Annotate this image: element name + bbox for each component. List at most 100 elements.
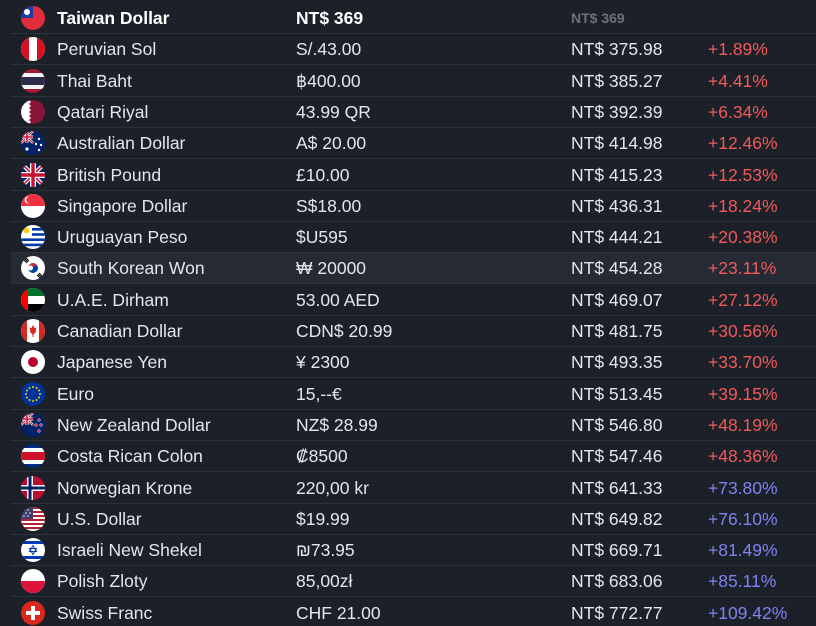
- currency-name: U.A.E. Dirham: [57, 289, 169, 310]
- table-row[interactable]: Peruvian Sol S/.43.00 NT$ 375.98 +1.89%: [11, 34, 816, 66]
- price-difference: +27.12%: [708, 289, 778, 310]
- table-row[interactable]: Qatari Riyal 43.99 QR NT$ 392.39 +6.34%: [11, 97, 816, 128]
- converted-price: NT$ 454.28: [571, 258, 663, 279]
- table-row[interactable]: Canadian Dollar CDN$ 20.99 NT$ 481.75 +30.5…: [11, 316, 816, 347]
- price-difference: +33.70%: [708, 352, 778, 373]
- table-row[interactable]: Uruguayan Peso $U595 NT$ 444.21 +20.38%: [11, 222, 816, 254]
- flag-japan-icon: [21, 350, 45, 375]
- local-price: 85,00zł: [296, 571, 353, 592]
- currency-name: Australian Dollar: [57, 133, 186, 154]
- local-price: NT$ 369: [296, 8, 364, 28]
- table-row[interactable]: Polish Zloty 85,00zł NT$ 683.06 +85.11%: [11, 566, 816, 598]
- currency-name: Thai Baht: [57, 70, 132, 91]
- flag-uruguay-icon: [21, 225, 45, 250]
- converted-price: NT$ 547.46: [571, 446, 663, 467]
- table-row[interactable]: British Pound £10.00 NT$ 415.23 +12.53%: [11, 160, 816, 191]
- flag-taiwan-icon: [21, 6, 45, 30]
- flag-singapore-icon: [21, 193, 45, 218]
- converted-price: NT$ 392.39: [571, 101, 663, 122]
- price-difference: +76.10%: [708, 508, 778, 529]
- converted-price: NT$ 414.98: [571, 133, 663, 154]
- regional-price-table: Taiwan Dollar NT$ 369 NT$ 369 Peruvian S…: [0, 0, 816, 626]
- local-price: S/.43.00: [296, 39, 362, 60]
- local-price: NZ$ 28.99: [296, 414, 378, 435]
- currency-name: Uruguayan Peso: [57, 227, 188, 248]
- currency-name: Euro: [57, 383, 94, 404]
- converted-price: NT$ 669.71: [571, 540, 663, 561]
- table-row[interactable]: Australian Dollar A$ 20.00 NT$ 414.98 +12.4…: [11, 128, 816, 160]
- local-price: $19.99: [296, 508, 350, 529]
- table-row[interactable]: Israeli New Shekel ₪73.95 NT$ 669.71 +81.49…: [11, 535, 816, 567]
- table-row[interactable]: Swiss Franc CHF 21.00 NT$ 772.77 +109.42%: [11, 598, 816, 626]
- currency-name: Taiwan Dollar: [57, 8, 170, 28]
- flag-peru-icon: [21, 37, 45, 62]
- price-difference: +12.46%: [708, 133, 778, 154]
- currency-name: Singapore Dollar: [57, 195, 188, 216]
- price-difference: +18.24%: [708, 195, 778, 216]
- table-row[interactable]: South Korean Won ₩ 20000 NT$ 454.28 +23.11%: [11, 253, 816, 285]
- converted-price: NT$ 469.07: [571, 289, 663, 310]
- local-price: ₩ 20000: [296, 258, 367, 279]
- local-price: A$ 20.00: [296, 133, 367, 154]
- flag-south-korea-icon: [21, 256, 45, 281]
- currency-name: British Pound: [57, 164, 162, 185]
- flag-new-zealand-icon: [21, 412, 45, 437]
- converted-price: NT$ 641.33: [571, 477, 663, 498]
- table-row[interactable]: New Zealand Dollar NZ$ 28.99 NT$ 546.80 +48…: [11, 410, 816, 441]
- price-difference: +109.42%: [708, 602, 788, 623]
- converted-price: NT$ 513.45: [571, 383, 663, 404]
- price-difference: +85.11%: [708, 571, 777, 592]
- converted-price: NT$ 369: [571, 10, 625, 26]
- flag-israel-icon: [21, 538, 45, 563]
- converted-price: NT$ 683.06: [571, 571, 663, 592]
- converted-price: NT$ 415.23: [571, 164, 663, 185]
- price-difference: +4.41%: [708, 70, 768, 91]
- currency-name: New Zealand Dollar: [57, 414, 211, 435]
- table-row[interactable]: U.A.E. Dirham 53.00 AED NT$ 469.07 +27.12%: [11, 285, 816, 316]
- converted-price: NT$ 436.31: [571, 195, 663, 216]
- currency-name: Qatari Riyal: [57, 101, 149, 122]
- table-row-base-currency[interactable]: Taiwan Dollar NT$ 369 NT$ 369: [11, 3, 816, 34]
- flag-uk-icon: [21, 162, 45, 187]
- price-difference: +73.80%: [708, 477, 778, 498]
- flag-qatar-icon: [21, 99, 45, 124]
- currency-name: Peruvian Sol: [57, 39, 157, 60]
- converted-price: NT$ 385.27: [571, 70, 663, 91]
- table-row[interactable]: Euro 15,--€ NT$ 513.45 +39.15%: [11, 379, 816, 410]
- local-price: CHF 21.00: [296, 602, 381, 623]
- flag-switzerland-icon: [21, 600, 45, 625]
- currency-name: Canadian Dollar: [57, 321, 183, 341]
- price-difference: +23.11%: [708, 258, 777, 279]
- converted-price: NT$ 772.77: [571, 602, 663, 623]
- currency-name: Japanese Yen: [57, 352, 167, 373]
- table-row[interactable]: Singapore Dollar S$18.00 NT$ 436.31 +18.24%: [11, 191, 816, 222]
- converted-price: NT$ 546.80: [571, 414, 663, 435]
- table-row[interactable]: Thai Baht ฿400.00 NT$ 385.27 +4.41%: [11, 66, 816, 97]
- flag-thailand-icon: [21, 68, 45, 93]
- table-row[interactable]: Japanese Yen ¥ 2300 NT$ 493.35 +33.70%: [11, 347, 816, 379]
- local-price: ฿400.00: [296, 70, 361, 91]
- currency-name: Swiss Franc: [57, 602, 153, 623]
- flag-usa-icon: [21, 506, 45, 531]
- price-difference: +48.36%: [708, 446, 778, 467]
- currency-name: South Korean Won: [57, 258, 205, 279]
- flag-norway-icon: [21, 475, 45, 500]
- flag-uae-icon: [21, 287, 45, 312]
- currency-name: Norwegian Krone: [57, 477, 193, 498]
- local-price: 220,00 kr: [296, 477, 369, 498]
- flag-poland-icon: [21, 569, 45, 594]
- table-row[interactable]: U.S. Dollar $19.99 NT$ 649.82 +76.10%: [11, 504, 816, 535]
- table-row[interactable]: Norwegian Krone 220,00 kr NT$ 641.33 +73.80…: [11, 473, 816, 504]
- local-price: ₡8500: [296, 446, 348, 467]
- price-difference: +12.53%: [708, 164, 778, 185]
- price-difference: +20.38%: [708, 227, 778, 248]
- local-price: 43.99 QR: [296, 101, 371, 122]
- currency-name: Israeli New Shekel: [57, 540, 202, 561]
- price-difference: +81.49%: [708, 540, 778, 561]
- local-price: 53.00 AED: [296, 289, 380, 310]
- local-price: ¥ 2300: [296, 352, 350, 373]
- table-row[interactable]: Costa Rican Colon ₡8500 NT$ 547.46 +48.36%: [11, 441, 816, 473]
- price-difference: +48.19%: [708, 414, 778, 435]
- local-price: ₪73.95: [296, 540, 355, 561]
- price-difference: +39.15%: [708, 383, 778, 404]
